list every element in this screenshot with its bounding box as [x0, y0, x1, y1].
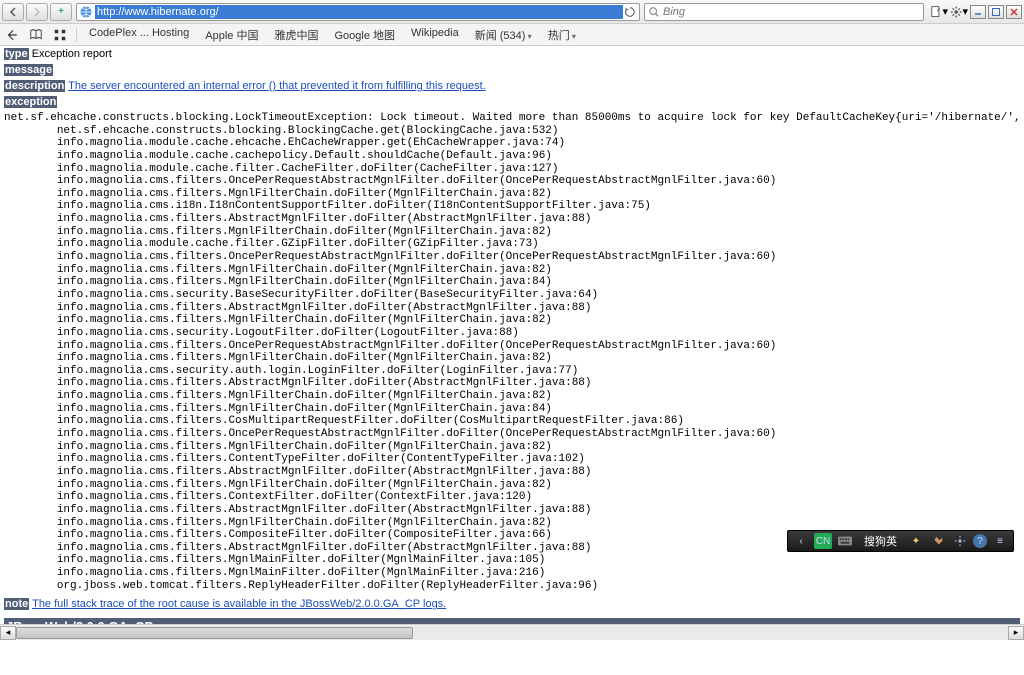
type-text: Exception report [32, 48, 112, 60]
ime-mode-text[interactable]: 搜狗英 [858, 533, 903, 549]
history-back-icon[interactable] [4, 27, 20, 43]
back-button[interactable] [2, 3, 24, 21]
reload-icon[interactable] [623, 5, 637, 19]
scroll-track[interactable] [16, 626, 1008, 640]
scroll-thumb[interactable] [16, 627, 413, 639]
ime-collapse-icon[interactable]: ‹ [792, 533, 810, 549]
label-exception: exception [4, 96, 57, 108]
label-type: type [4, 48, 29, 60]
ime-lang-indicator[interactable]: CN [814, 533, 832, 549]
window-minimize-button[interactable] [970, 5, 986, 19]
bookmark-item-3[interactable]: Google 地图 [330, 25, 399, 45]
search-input[interactable] [663, 6, 921, 18]
separator [76, 28, 77, 42]
error-page-content: type Exception report message descriptio… [0, 46, 1024, 675]
label-description: description [4, 80, 65, 92]
bookmark-item-5[interactable]: 新闻 (534) [471, 25, 536, 45]
search-icon [647, 5, 661, 19]
ime-language-bar[interactable]: ‹ CN 搜狗英 ✦ ? ≡ [787, 530, 1014, 552]
grid-icon[interactable] [52, 27, 68, 43]
scroll-right-button[interactable]: ▸ [1008, 626, 1024, 640]
ime-keyboard-icon[interactable] [836, 533, 854, 549]
ime-tool-icon[interactable] [929, 533, 947, 549]
stack-trace: net.sf.ehcache.constructs.blocking.LockT… [4, 112, 1020, 592]
settings-gear-button[interactable]: ▾ [950, 4, 968, 20]
bookmark-item-1[interactable]: Apple 中国 [201, 25, 262, 45]
url-text[interactable]: http://www.hibernate.org/ [95, 5, 623, 19]
bookmark-item-4[interactable]: Wikipedia [407, 25, 463, 45]
add-tab-button[interactable]: + [50, 3, 72, 21]
ime-menu-icon[interactable]: ≡ [991, 533, 1009, 549]
scroll-left-button[interactable]: ◂ [0, 626, 16, 640]
browser-toolbar: + http://www.hibernate.org/ ▾ ▾ [0, 0, 1024, 24]
search-box[interactable] [644, 3, 924, 21]
ime-settings-icon[interactable] [951, 533, 969, 549]
note-text: The full stack trace of the root cause i… [32, 598, 446, 610]
label-message: message [4, 64, 53, 76]
window-close-button[interactable] [1006, 5, 1022, 19]
description-text: The server encountered an internal error… [68, 80, 486, 92]
bookmark-item-6[interactable]: 热门 [544, 25, 580, 45]
reading-list-icon[interactable] [28, 27, 44, 43]
url-bar[interactable]: http://www.hibernate.org/ [76, 3, 640, 21]
bookmark-bar: CodePlex ... Hosting Apple 中国雅虎中国 Google 地… [0, 24, 1024, 46]
bookmark-item-0[interactable]: CodePlex ... Hosting [85, 25, 193, 45]
horizontal-scrollbar[interactable]: ◂ ▸ [0, 624, 1024, 640]
browser-right-controls: ▾ ▾ [930, 4, 1022, 20]
globe-icon [79, 5, 93, 19]
ime-skin-icon[interactable]: ✦ [907, 533, 925, 549]
bookmark-item-2[interactable]: 雅虎中国 [270, 25, 322, 45]
forward-button[interactable] [26, 3, 48, 21]
ime-help-icon[interactable]: ? [973, 534, 987, 548]
window-maximize-button[interactable] [988, 5, 1004, 19]
label-note: note [4, 598, 29, 610]
page-menu-button[interactable]: ▾ [930, 4, 948, 20]
